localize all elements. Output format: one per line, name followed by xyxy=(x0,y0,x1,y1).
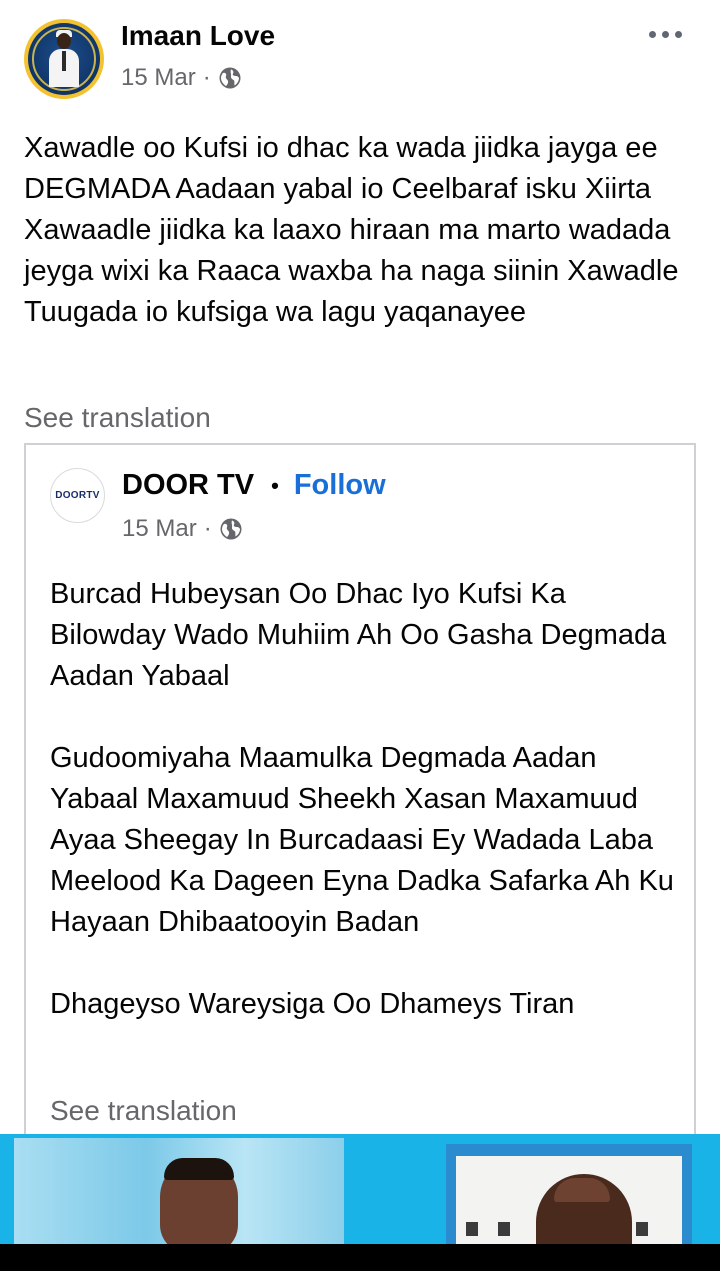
follow-separator: • xyxy=(271,472,279,498)
shared-post-meta: 15 Mar · xyxy=(122,515,243,543)
author-avatar[interactable] xyxy=(24,19,104,99)
avatar-person xyxy=(49,30,79,87)
shared-page-name[interactable]: DOOR TV xyxy=(122,469,254,502)
more-options-icon[interactable] xyxy=(645,22,685,46)
follow-button[interactable]: Follow xyxy=(294,469,386,502)
shared-post-text: Burcad Hubeysan Oo Dhac Iyo Kufsi Ka Bil… xyxy=(50,574,680,1025)
shared-paragraph: Gudoomiyaha Maamulka Degmada Aadan Yabaa… xyxy=(50,742,674,938)
shared-page-header: DOOR TV • Follow xyxy=(122,469,386,502)
post-header: Imaan Love 15 Mar · xyxy=(0,0,720,110)
shared-paragraph: Dhageyso Wareysiga Oo Dhameys Tiran xyxy=(50,988,575,1020)
meta-separator: · xyxy=(202,64,211,91)
shared-see-translation-link[interactable]: See translation xyxy=(50,1095,237,1127)
see-translation-link[interactable]: See translation xyxy=(24,402,211,434)
post-text: Xawadle oo Kufsi io dhac ka wada jiidka … xyxy=(24,132,687,328)
shared-meta-separator: · xyxy=(203,515,212,542)
thumbnail-right-panel xyxy=(446,1144,692,1244)
post-meta: 15 Mar · xyxy=(121,64,242,92)
post-date[interactable]: 15 Mar xyxy=(121,64,196,92)
bottom-bar xyxy=(0,1244,720,1271)
globe-icon xyxy=(220,518,242,540)
author-name[interactable]: Imaan Love xyxy=(121,20,275,52)
thumbnail-left-panel xyxy=(14,1138,344,1244)
shared-post-date[interactable]: 15 Mar xyxy=(122,515,197,543)
shared-page-avatar[interactable]: DOORTV xyxy=(50,468,105,523)
shared-paragraph: Burcad Hubeysan Oo Dhac Iyo Kufsi Ka Bil… xyxy=(50,578,667,692)
globe-icon xyxy=(219,67,241,89)
shared-video-thumbnail[interactable] xyxy=(0,1134,720,1244)
person-left xyxy=(160,1158,238,1244)
